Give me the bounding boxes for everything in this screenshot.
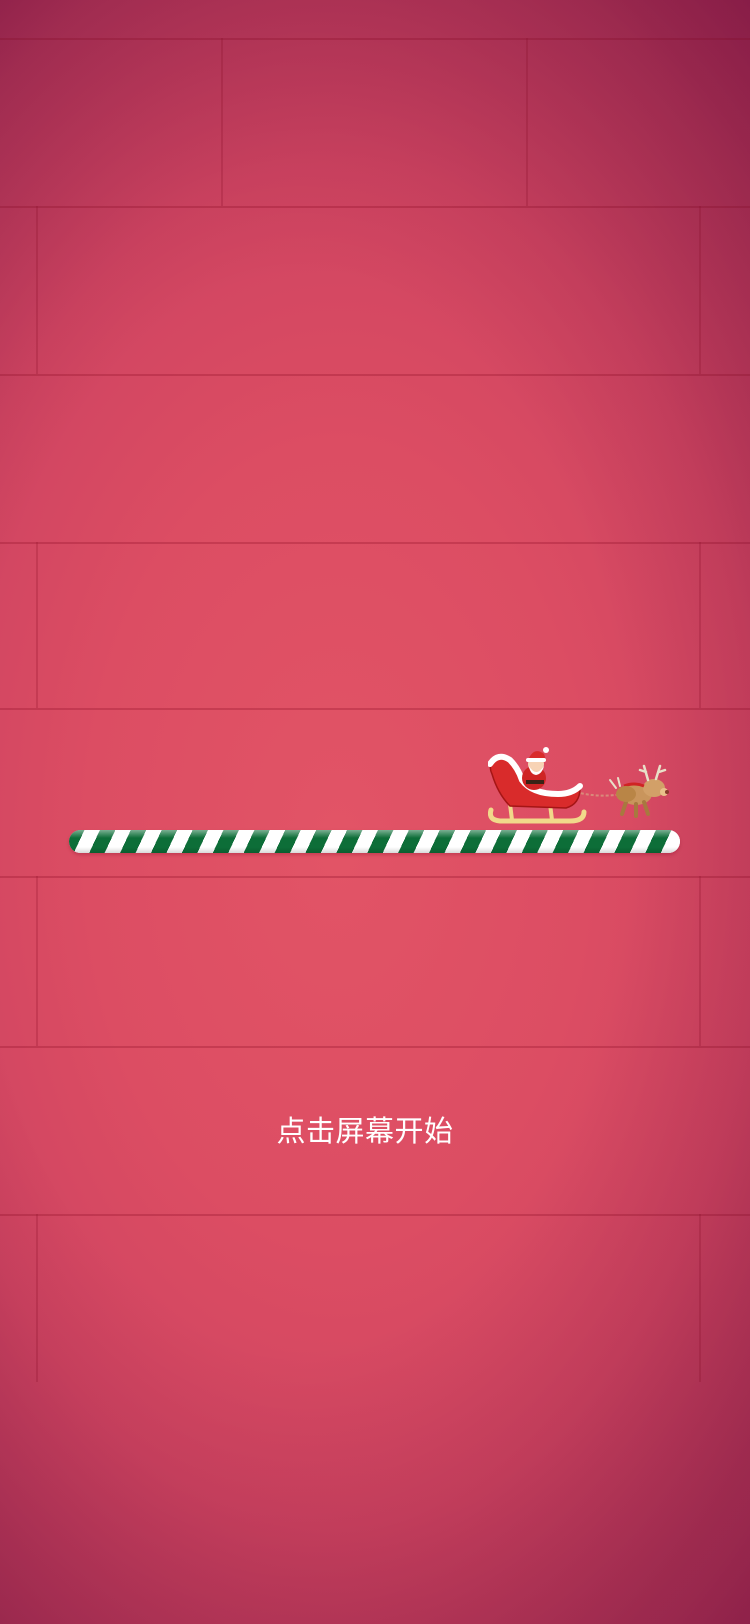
- wall-seam: [526, 38, 528, 206]
- wall-seam: [0, 708, 750, 710]
- game-start-screen[interactable]: 点击屏幕开始: [0, 0, 750, 1624]
- loading-progress-bar: [69, 830, 680, 853]
- wall-seam: [0, 542, 750, 544]
- tap-to-start-text[interactable]: 点击屏幕开始: [0, 1108, 730, 1150]
- wall-seam: [36, 206, 38, 374]
- reindeer-icon: [609, 764, 669, 818]
- wall-seam: [36, 1214, 38, 1382]
- wall-seam: [0, 1214, 750, 1216]
- wall-seam: [699, 876, 701, 1046]
- wall-seam: [699, 206, 701, 374]
- wall-seam: [36, 542, 38, 708]
- wall-seam: [699, 1214, 701, 1382]
- santa-sleigh-icon: [487, 747, 669, 824]
- progress-fill: [69, 830, 680, 853]
- wall-seam: [0, 38, 750, 40]
- wall-seam: [699, 542, 701, 708]
- wall-seam: [0, 876, 750, 878]
- wall-seam: [0, 1046, 750, 1048]
- wall-seam: [0, 374, 750, 376]
- santa-sleigh-sprite: [487, 742, 678, 830]
- wall-seam: [36, 876, 38, 1046]
- wall-seam: [221, 38, 223, 206]
- wall-seam: [0, 206, 750, 208]
